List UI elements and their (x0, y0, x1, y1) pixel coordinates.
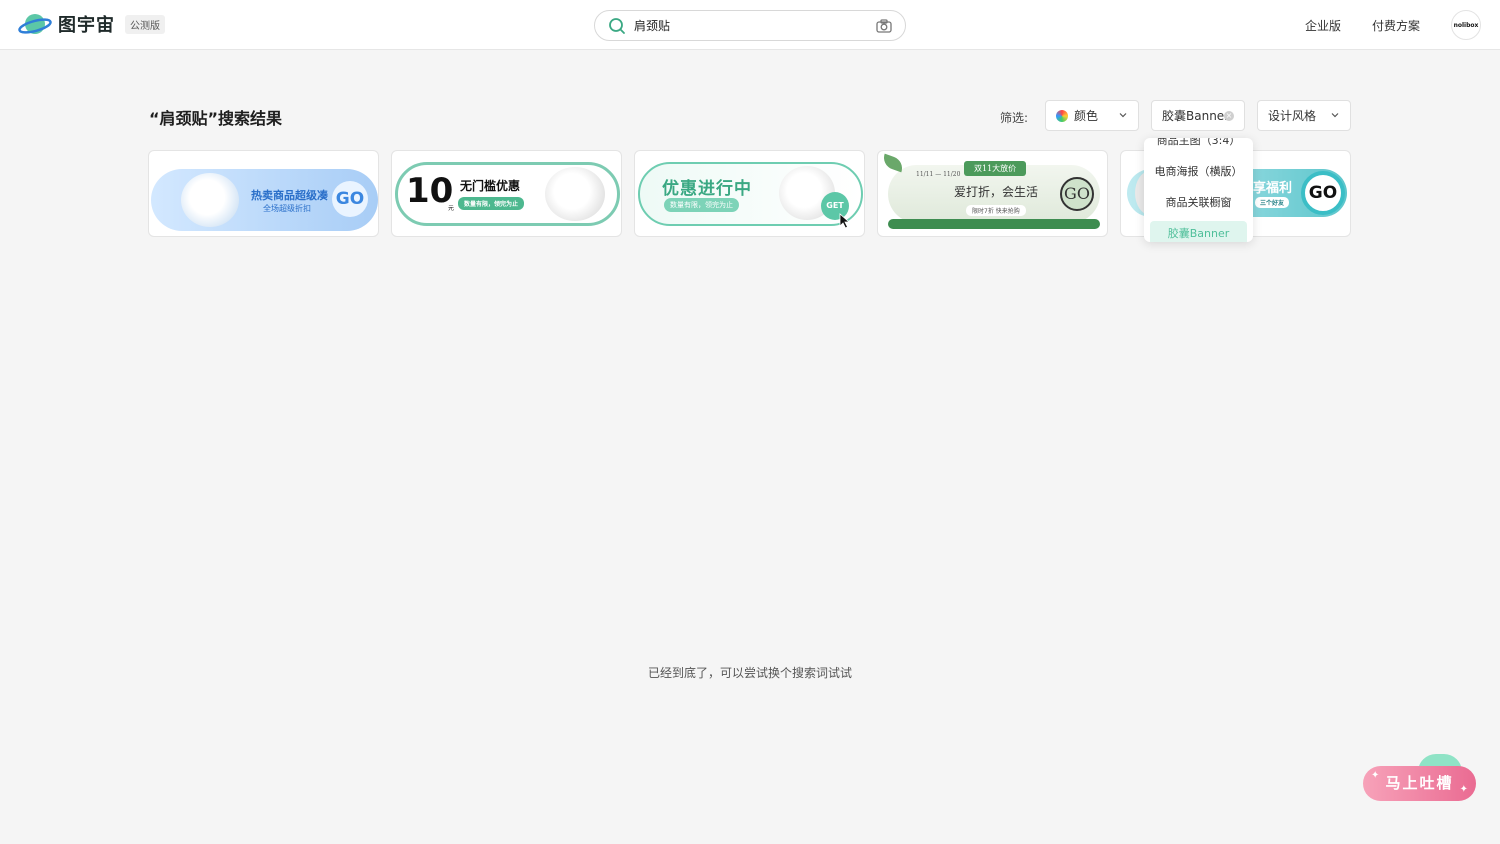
dropdown-option-selected[interactable]: 胶囊Banner (1150, 221, 1247, 242)
chevron-down-icon (1119, 113, 1127, 118)
banner-subline: 三个好友 (1255, 197, 1290, 208)
type-dropdown-menu: 商品主图（3:4） 电商海报（横版） 商品关联橱窗 胶囊Banner (1144, 138, 1253, 242)
banner-subline: 限时7折 快来抢购 (966, 205, 1026, 216)
result-card[interactable]: 热卖商品超级凑 全场超级折扣 GO (148, 150, 379, 237)
sparkle-icon: ✦ (1459, 784, 1470, 795)
banner-headline: 爱打折，会生活 (954, 185, 1039, 199)
dropdown-option[interactable]: 商品主图（3:4） (1150, 138, 1247, 154)
dropdown-option[interactable]: 电商海报（横版） (1150, 159, 1247, 185)
result-card[interactable]: 双11大放价 11/11 — 11/20 爱打折，会生活 限时7折 快来抢购 G… (877, 150, 1108, 237)
logo-name: 图宇宙 (58, 15, 115, 36)
search-bar[interactable] (594, 10, 906, 41)
product-image (545, 167, 605, 221)
banner-headline: 享福利 (1253, 181, 1293, 196)
logo[interactable]: 图宇宙 公测版 (18, 11, 165, 37)
style-filter[interactable]: 设计风格 (1257, 100, 1351, 131)
avatar[interactable]: nolibox (1451, 10, 1481, 40)
color-wheel-icon (1056, 109, 1068, 122)
mouse-cursor-icon (839, 213, 851, 229)
color-filter[interactable]: 颜色 (1045, 100, 1139, 131)
result-card[interactable]: 优惠进行中 数量有限，领完为止 GET (634, 150, 865, 237)
banner-headline: 优惠进行中 (662, 179, 752, 199)
top-header: 图宇宙 公测版 企业版 付费方案 nolibox (0, 0, 1500, 50)
capsule-banner: 优惠进行中 数量有限，领完为止 GET (638, 162, 863, 226)
chevron-down-icon (1331, 113, 1339, 118)
result-card[interactable]: 10 元 无门槛优惠 数量有限，领完为止 (391, 150, 622, 237)
banner-cta: GO (332, 181, 368, 217)
capsule-banner: 10 元 无门槛优惠 数量有限，领完为止 (395, 162, 620, 226)
color-filter-label: 颜色 (1074, 109, 1099, 123)
end-of-results-message: 已经到底了，可以尝试换个搜索词试试 (647, 666, 852, 680)
search-icon[interactable] (608, 17, 626, 35)
sparkle-icon: ✦ (1371, 770, 1382, 781)
style-filter-label: 设计风格 (1268, 109, 1317, 123)
nav-enterprise[interactable]: 企业版 (1305, 17, 1341, 34)
camera-icon[interactable] (875, 17, 893, 35)
banner-date: 11/11 — 11/20 (916, 171, 961, 178)
product-image (181, 173, 239, 227)
banner-subline: 全场超级折扣 (263, 204, 311, 213)
type-filter-label: 胶囊Banner (1162, 109, 1230, 123)
clear-icon[interactable]: × (1224, 111, 1234, 121)
nav-pricing[interactable]: 付费方案 (1372, 17, 1420, 34)
banner-price: 10 (406, 171, 454, 211)
capsule-banner: 热卖商品超级凑 全场超级折扣 GO (151, 169, 378, 231)
beta-badge: 公测版 (125, 14, 165, 34)
banner-base (888, 219, 1100, 229)
banner-cta: GO (1301, 171, 1345, 215)
filter-label: 筛选: (1000, 111, 1029, 125)
banner-subline: 数量有限，领完为止 (664, 198, 739, 212)
banner-headline: 无门槛优惠 (460, 179, 521, 193)
page-title: “肩颈贴”搜索结果 (149, 109, 283, 128)
leaf-decoration (880, 153, 906, 173)
dropdown-option[interactable]: 商品关联橱窗 (1150, 190, 1247, 216)
banner-unit: 元 (448, 205, 455, 212)
banner-cta: GO (1060, 177, 1094, 211)
banner-subline: 数量有限，领完为止 (458, 197, 525, 210)
feedback-button[interactable]: ✦ 马上吐槽 ✦ (1363, 766, 1476, 801)
type-filter[interactable]: 胶囊Banner × (1151, 100, 1245, 131)
avatar-text: nolibox (1453, 21, 1479, 29)
banner-headline: 热卖商品超级凑 (251, 189, 328, 202)
banner-tag: 双11大放价 (964, 161, 1027, 176)
search-input[interactable] (634, 18, 854, 33)
planet-logo-icon (18, 14, 52, 34)
capsule-banner: 双11大放价 11/11 — 11/20 爱打折，会生活 限时7折 快来抢购 G… (880, 153, 1100, 229)
feedback-label: 马上吐槽 (1385, 774, 1454, 792)
